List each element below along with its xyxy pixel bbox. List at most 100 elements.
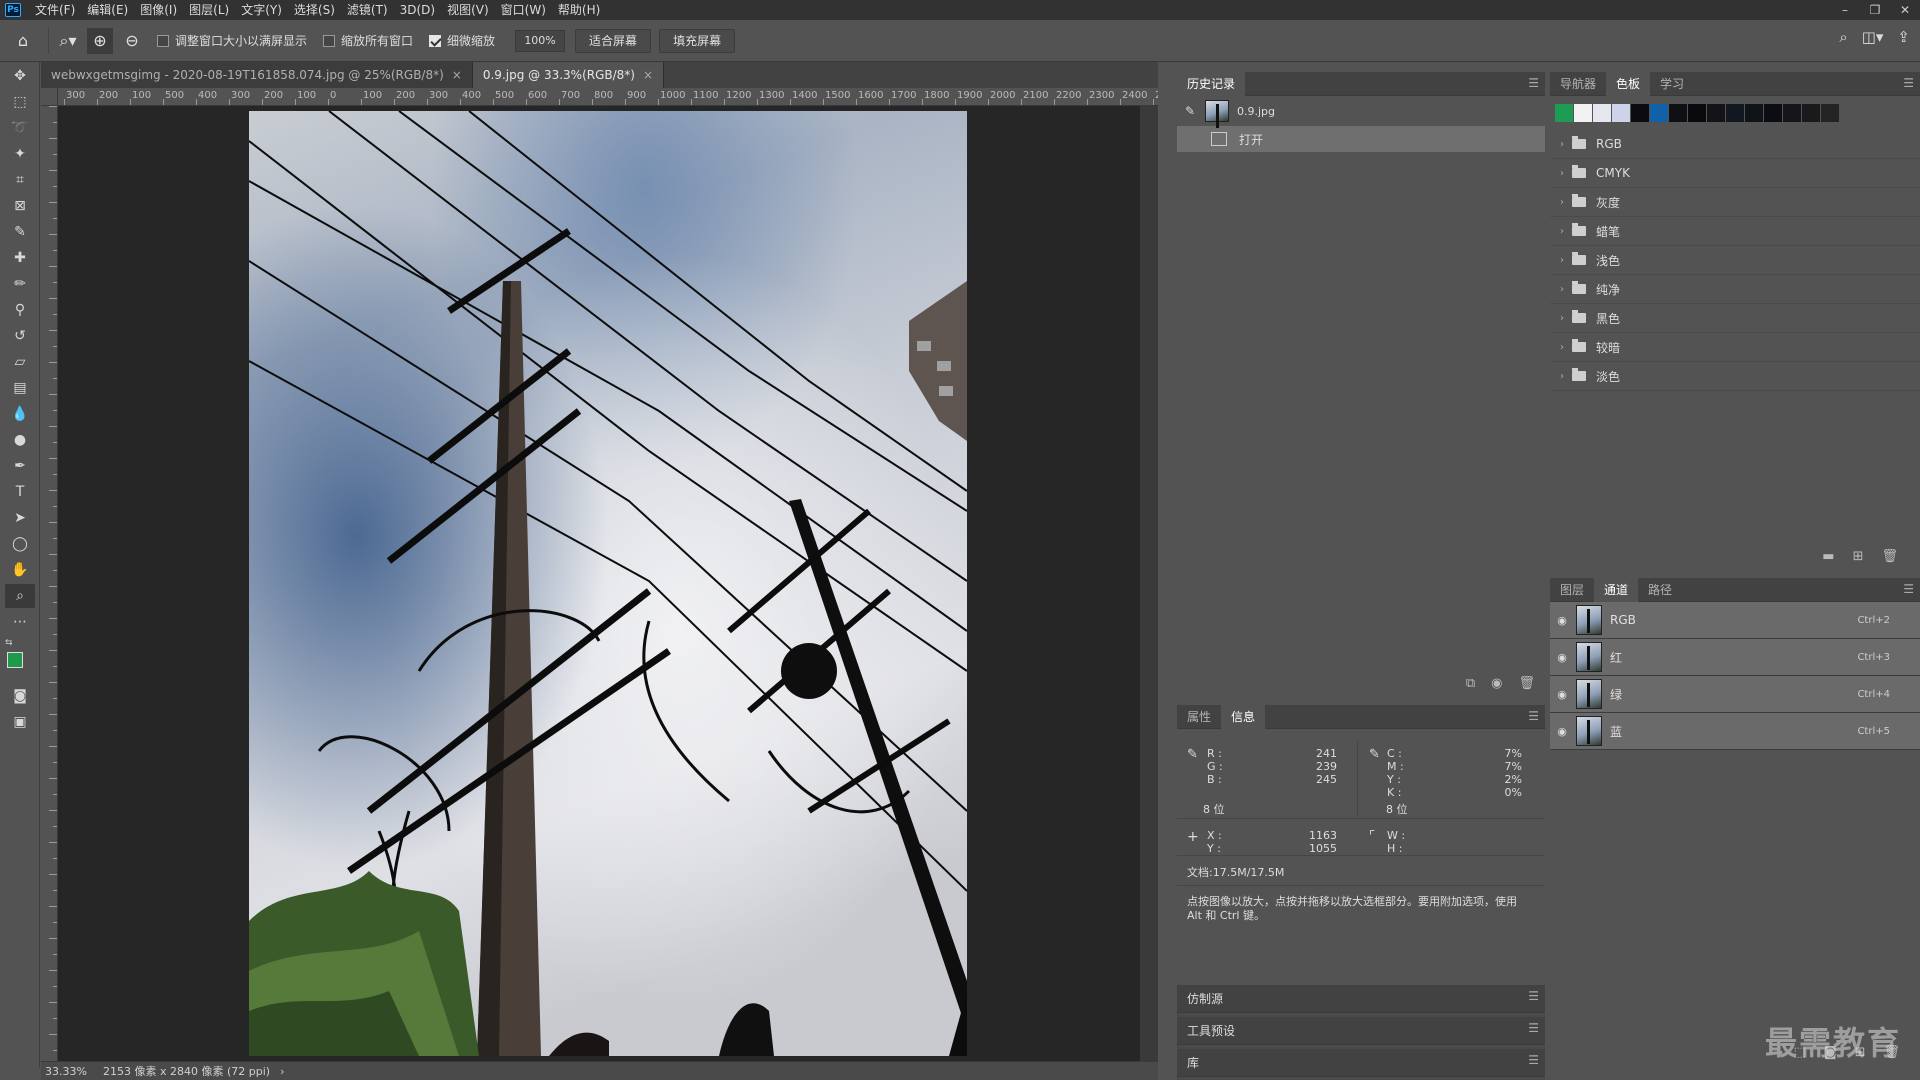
- panel-menu-icon[interactable]: ☰: [1528, 1053, 1539, 1067]
- menu-filter[interactable]: 滤镜(T): [341, 0, 394, 20]
- panel-menu-icon[interactable]: ☰: [1528, 1021, 1539, 1035]
- workspace-icon[interactable]: ◫▾: [1862, 28, 1884, 46]
- swap-colors-icon[interactable]: ⇆: [5, 638, 13, 648]
- clone-stamp-tool-icon[interactable]: ⚲: [5, 298, 35, 322]
- menu-layer[interactable]: 图层(L): [183, 0, 235, 20]
- folder-rgb[interactable]: › RGB: [1550, 130, 1920, 159]
- status-menu-arrow-icon[interactable]: ›: [280, 1065, 284, 1078]
- tab-learn[interactable]: 学习: [1650, 72, 1694, 96]
- gradient-tool-icon[interactable]: ▤: [5, 376, 35, 400]
- history-brush-tool-icon[interactable]: ↺: [5, 324, 35, 348]
- tab-navigator[interactable]: 导航器: [1550, 72, 1606, 96]
- tab-layers[interactable]: 图层: [1550, 578, 1594, 602]
- menu-view[interactable]: 视图(V): [441, 0, 495, 20]
- close-button[interactable]: ✕: [1890, 0, 1920, 20]
- history-step[interactable]: 打开: [1177, 126, 1545, 152]
- lasso-tool-icon[interactable]: ➰: [5, 116, 35, 140]
- zoom-percent-field[interactable]: 100%: [515, 29, 566, 52]
- color-swatch[interactable]: [1802, 104, 1820, 122]
- eyedropper-tool-icon[interactable]: ✎: [5, 220, 35, 244]
- color-swatch[interactable]: [1764, 104, 1782, 122]
- canvas-scrollbar[interactable]: [1140, 106, 1158, 1061]
- zoom-in-icon[interactable]: ⊕: [87, 27, 113, 54]
- dodge-tool-icon[interactable]: ●: [5, 428, 35, 452]
- menu-file[interactable]: 文件(F): [29, 0, 81, 20]
- blur-tool-icon[interactable]: 💧: [5, 402, 35, 426]
- marquee-tool-icon[interactable]: ⬚: [5, 90, 35, 114]
- move-tool-icon[interactable]: ✥: [5, 64, 35, 88]
- tool-presets-panel[interactable]: 工具预设 ☰: [1177, 1017, 1545, 1045]
- color-swatch[interactable]: [1821, 104, 1839, 122]
- tab-info[interactable]: 信息: [1221, 704, 1266, 729]
- status-zoom[interactable]: 33.33%: [45, 1065, 95, 1078]
- new-document-from-state-icon[interactable]: ⧉: [1466, 676, 1475, 691]
- folder-muted[interactable]: › 淡色: [1550, 362, 1920, 391]
- color-swatch[interactable]: [1650, 104, 1668, 122]
- screen-mode-icon[interactable]: ▣: [5, 710, 35, 734]
- close-icon[interactable]: ×: [643, 62, 653, 88]
- channel-rgb[interactable]: ◉ RGB Ctrl+2: [1550, 602, 1920, 639]
- ellipse-tool-icon[interactable]: ◯: [5, 532, 35, 556]
- color-swatch[interactable]: [1726, 104, 1744, 122]
- panel-menu-icon[interactable]: ☰: [1528, 989, 1539, 1003]
- doc-tab-2[interactable]: 0.9.jpg @ 33.3%(RGB/8*) ×: [472, 62, 665, 88]
- tab-properties[interactable]: 属性: [1177, 705, 1221, 729]
- zoom-tool-icon[interactable]: ⌕: [5, 584, 35, 608]
- panel-menu-icon[interactable]: ☰: [1528, 76, 1539, 90]
- tab-swatches[interactable]: 色板: [1606, 71, 1651, 96]
- zoom-out-icon[interactable]: ⊖: [119, 28, 145, 54]
- folder-pure[interactable]: › 纯净: [1550, 275, 1920, 304]
- scrubby-zoom-checkbox[interactable]: 细微缩放: [429, 32, 495, 49]
- clone-source-panel[interactable]: 仿制源 ☰: [1177, 985, 1545, 1013]
- hand-tool-icon[interactable]: ✋: [5, 558, 35, 582]
- history-snapshot[interactable]: ✎ 0.9.jpg: [1177, 96, 1545, 128]
- folder-grayscale[interactable]: › 灰度: [1550, 188, 1920, 217]
- document-image[interactable]: [249, 111, 967, 1056]
- folder-pastel[interactable]: › 蜡笔: [1550, 217, 1920, 246]
- fill-screen-button[interactable]: 填充屏幕: [659, 28, 736, 53]
- frame-tool-icon[interactable]: ⊠: [5, 194, 35, 218]
- color-swatch[interactable]: [1669, 104, 1687, 122]
- restore-button[interactable]: ❐: [1860, 0, 1890, 20]
- menu-window[interactable]: 窗口(W): [495, 0, 552, 20]
- eye-icon[interactable]: ◉: [1550, 725, 1574, 738]
- channel-green[interactable]: ◉ 绿 Ctrl+4: [1550, 676, 1920, 713]
- menu-edit[interactable]: 编辑(E): [81, 0, 134, 20]
- trash-icon[interactable]: 🗑: [1518, 676, 1535, 691]
- trash-icon[interactable]: 🗑: [1881, 549, 1898, 564]
- tab-paths[interactable]: 路径: [1638, 578, 1682, 602]
- crop-tool-icon[interactable]: ⌗: [5, 168, 35, 192]
- panel-menu-icon[interactable]: ☰: [1528, 709, 1539, 723]
- doc-tab-1[interactable]: webwxgetmsgimg - 2020-08-19T161858.074.j…: [41, 62, 473, 88]
- pen-tool-icon[interactable]: ✒: [5, 454, 35, 478]
- color-swatch[interactable]: [1593, 104, 1611, 122]
- resize-window-checkbox[interactable]: 调整窗口大小以满屏显示: [157, 32, 307, 49]
- brush-tool-icon[interactable]: ✏: [5, 272, 35, 296]
- channel-red[interactable]: ◉ 红 Ctrl+3: [1550, 639, 1920, 676]
- minimize-button[interactable]: –: [1830, 0, 1860, 20]
- eraser-tool-icon[interactable]: ▱: [5, 350, 35, 374]
- new-swatch-icon[interactable]: ⊞: [1853, 549, 1864, 564]
- menu-3d[interactable]: 3D(D): [394, 0, 441, 20]
- share-icon[interactable]: ⇪: [1897, 28, 1910, 46]
- close-icon[interactable]: ×: [452, 62, 462, 88]
- healing-brush-tool-icon[interactable]: ✚: [5, 246, 35, 270]
- color-swatch[interactable]: [1688, 104, 1706, 122]
- channel-blue[interactable]: ◉ 蓝 Ctrl+5: [1550, 713, 1920, 750]
- more-tools-icon[interactable]: ⋯: [5, 610, 35, 634]
- folder-dark[interactable]: › 黑色: [1550, 304, 1920, 333]
- magic-wand-tool-icon[interactable]: ✦: [5, 142, 35, 166]
- color-swatch[interactable]: [1555, 104, 1573, 122]
- camera-icon[interactable]: ◉: [1491, 676, 1502, 691]
- folder-light[interactable]: › 浅色: [1550, 246, 1920, 275]
- panel-menu-icon[interactable]: ☰: [1903, 582, 1914, 596]
- menu-image[interactable]: 图像(I): [134, 0, 183, 20]
- home-icon[interactable]: ⌂: [10, 28, 36, 54]
- color-swatch[interactable]: [1707, 104, 1725, 122]
- menu-help[interactable]: 帮助(H): [552, 0, 606, 20]
- eye-icon[interactable]: ◉: [1550, 688, 1574, 701]
- search-icon[interactable]: ⌕: [1839, 28, 1847, 46]
- zoom-tool-preset-icon[interactable]: ⌕▾: [55, 28, 81, 54]
- quick-mask-icon[interactable]: ◙: [5, 684, 35, 708]
- libraries-panel[interactable]: 库 ☰: [1177, 1049, 1545, 1077]
